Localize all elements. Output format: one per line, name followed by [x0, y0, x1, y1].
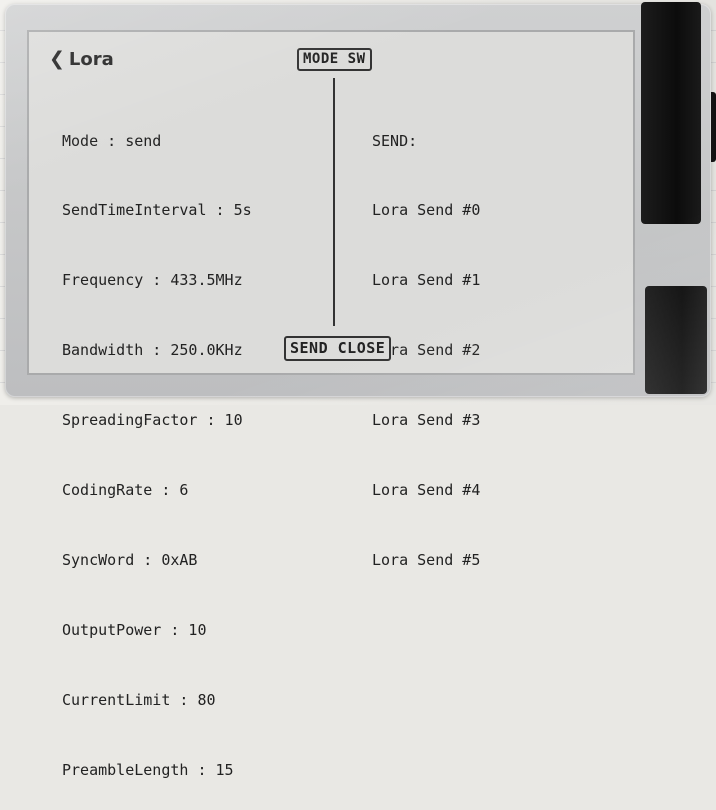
setting-current-limit: CurrentLimit : 80: [62, 690, 216, 709]
mode-switch-button[interactable]: MODE SW: [297, 48, 372, 71]
column-divider: [333, 78, 335, 326]
eink-screen: ❮ Lora MODE SW Mode : send SendTimeInter…: [27, 30, 635, 779]
setting-frequency: Frequency : 433.5MHz: [62, 271, 243, 290]
eink-device: ❮ Lora MODE SW Mode : send SendTimeInter…: [5, 4, 711, 779]
settings-list: Mode : send SendTimeInterval : 5s Freque…: [62, 83, 252, 810]
setting-sync-word: SyncWord : 0xAB: [62, 550, 198, 569]
send-log-entry: Lora Send #5: [372, 550, 481, 569]
black-tape-top: [641, 2, 701, 224]
back-button[interactable]: ❮ Lora: [49, 48, 114, 70]
send-log-title: SEND:: [372, 131, 418, 150]
send-close-button[interactable]: SEND CLOSE: [284, 336, 392, 361]
setting-send-time-interval: SendTimeInterval : 5s: [62, 201, 252, 220]
send-log-entry: Lora Send #3: [372, 411, 481, 430]
send-log-entry: Lora Send #1: [372, 271, 481, 290]
setting-preamble-length: PreambleLength : 15: [62, 760, 234, 779]
back-label: Lora: [68, 48, 114, 70]
setting-bandwidth: Bandwidth : 250.0KHz: [62, 341, 243, 360]
send-log-entry: Lora Send #0: [372, 201, 481, 220]
send-log-entry: Lora Send #4: [372, 481, 481, 500]
setting-mode: Mode : send: [62, 131, 162, 150]
chevron-left-icon: ❮: [49, 48, 65, 70]
setting-output-power: OutputPower : 10: [62, 620, 207, 639]
setting-spreading-factor: SpreadingFactor : 10: [62, 411, 243, 430]
black-tape-bottom: [645, 286, 707, 394]
setting-coding-rate: CodingRate : 6: [62, 481, 189, 500]
